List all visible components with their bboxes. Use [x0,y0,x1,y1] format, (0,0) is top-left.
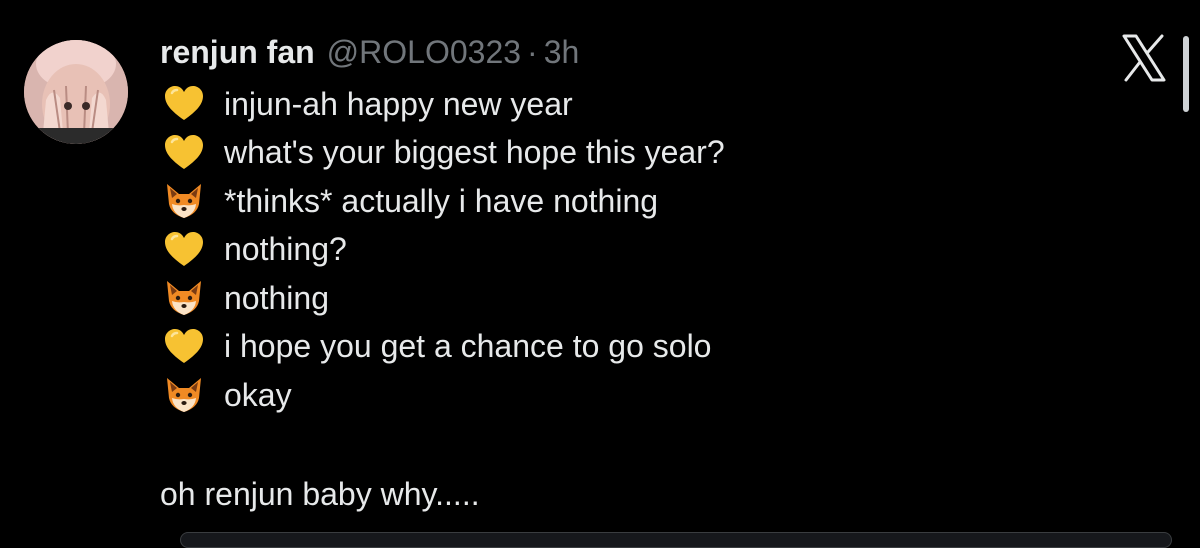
fox-face-icon [160,177,208,225]
embedded-card-edge[interactable] [180,532,1172,548]
line-text: *thinks* actually i have nothing [224,182,659,219]
line-text: nothing? [224,231,347,268]
chat-line: *thinks* actually i have nothing [160,177,725,226]
tweet-header: renjun fan @ROLO0323 · 3h [160,30,579,74]
chat-line: nothing [160,274,725,323]
line-text: okay [224,376,292,413]
line-text: injun-ah happy new year [224,85,573,122]
line-text: what's your biggest hope this year? [224,134,725,171]
chat-line: injun-ah happy new year [160,80,725,129]
chat-line: okay [160,371,725,420]
fox-face-icon [160,274,208,322]
user-handle[interactable]: @ROLO0323 [327,30,521,74]
yellow-heart-icon [160,323,208,371]
chat-line: i hope you get a chance to go solo [160,323,725,372]
timestamp[interactable]: 3h [544,30,580,74]
closing-text: oh renjun baby why..... [160,476,480,512]
scrollbar-thumb[interactable] [1183,36,1189,112]
tweet: renjun fan @ROLO0323 · 3h injun-ah happy… [0,0,1200,548]
x-logo-icon[interactable] [1118,32,1170,84]
separator-dot: · [527,34,538,70]
yellow-heart-icon [160,80,208,128]
chat-line: what's your biggest hope this year? [160,129,725,178]
tweet-body: injun-ah happy new year what's your bigg… [160,80,725,420]
display-name[interactable]: renjun fan [160,30,315,74]
chat-line: nothing? [160,226,725,275]
line-text: nothing [224,279,329,316]
yellow-heart-icon [160,129,208,177]
avatar-image [24,40,128,144]
line-text: i hope you get a chance to go solo [224,328,712,365]
yellow-heart-icon [160,226,208,274]
fox-face-icon [160,371,208,419]
avatar[interactable] [24,40,128,144]
